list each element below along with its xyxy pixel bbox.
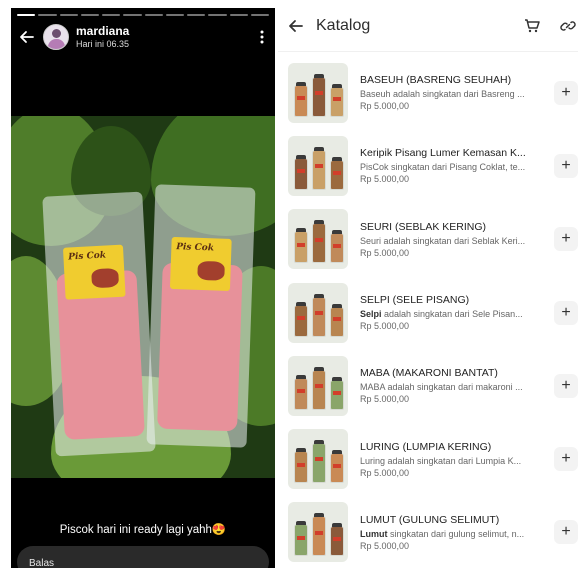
product-price: Rp 5.000,00	[360, 101, 410, 112]
progress-segment	[165, 14, 184, 16]
product-thumbnail	[288, 355, 348, 416]
product-price: Rp 5.000,00	[360, 247, 410, 258]
product-info: SEURI (SEBLAK KERING) Seuri adalah singka…	[360, 221, 538, 258]
product-thumbnail	[288, 135, 348, 196]
product-thumbnail	[288, 62, 348, 123]
story-progress-bar	[17, 14, 269, 16]
product-price: Rp 5.000,00	[360, 394, 410, 405]
catalog-item[interactable]: SELPI (SELE PISANG) Selpi adalah singkata…	[278, 276, 578, 349]
back-arrow-icon[interactable]	[17, 27, 37, 47]
progress-segment	[38, 14, 57, 16]
product-price: Rp 5.000,00	[360, 467, 410, 478]
product-description: Luring adalah singkatan dari Lumpia K...	[360, 455, 522, 466]
progress-segment	[123, 14, 142, 16]
page-title: Katalog	[316, 16, 371, 34]
product-title: BASEUH (BASRENG SEUHAH)	[360, 74, 512, 87]
catalog-item[interactable]: MABA (MAKARONI BANTAT) MABA adalah singka…	[278, 349, 578, 422]
progress-segment	[59, 14, 78, 16]
progress-segment	[250, 14, 269, 16]
product-title: MABA (MAKARONI BANTAT)	[360, 367, 498, 380]
story-user-name: mardiana	[76, 23, 130, 38]
product-description: Selpi adalah singkatan dari Sele Pisan..…	[360, 309, 523, 320]
progress-segment	[208, 14, 227, 16]
product-title: SEURI (SEBLAK KERING)	[360, 220, 487, 233]
product-thumbnail	[288, 429, 348, 490]
more-options-icon[interactable]	[255, 27, 269, 47]
product-price: Rp 5.000,00	[360, 321, 410, 332]
product-title: Keripik Pisang Lumer Kemasan K...	[360, 147, 526, 160]
product-info: Keripik Pisang Lumer Kemasan K... PisCok …	[360, 147, 538, 184]
progress-segment	[144, 14, 163, 16]
avatar[interactable]	[43, 24, 69, 50]
story-timestamp: Hari ini 06.35	[76, 38, 130, 49]
add-to-cart-button[interactable]: +	[554, 227, 578, 252]
story-photo: Pis Cok Pis Cok	[11, 116, 275, 478]
product-info: LUMUT (GULUNG SELIMUT) Lumut singkatan da…	[360, 514, 538, 551]
progress-segment	[187, 14, 206, 16]
progress-segment	[80, 14, 99, 16]
product-bag-left: Pis Cok	[42, 191, 156, 457]
story-header: mardiana Hari ini 06.35	[17, 22, 269, 52]
progress-segment	[229, 14, 248, 16]
add-to-cart-button[interactable]: +	[554, 80, 578, 105]
product-description: MABA adalah singkatan dari makaroni ...	[360, 382, 523, 393]
product-price: Rp 5.000,00	[360, 540, 410, 551]
product-description: Baseuh adalah singkatan dari Basreng ...	[360, 89, 525, 100]
add-to-cart-button[interactable]: +	[554, 153, 578, 178]
catalog-list: BASEUH (BASRENG SEUHAH) Baseuh adalah sin…	[278, 56, 578, 568]
story-caption: Piscok hari ini ready lagi yahh😍	[59, 524, 227, 536]
add-to-cart-button[interactable]: +	[554, 520, 578, 545]
product-info: SELPI (SELE PISANG) Selpi adalah singkata…	[360, 294, 538, 331]
reply-input[interactable]: Balas	[17, 546, 269, 568]
story-meta: mardiana Hari ini 06.35	[76, 23, 130, 49]
product-thumbnail	[288, 282, 348, 343]
product-description: PisCok singkatan dari Pisang Coklat, te.…	[360, 162, 526, 173]
catalog-item[interactable]: LUMUT (GULUNG SELIMUT) Lumut singkatan da…	[278, 496, 578, 568]
product-info: LURING (LUMPIA KERING) Luring adalah sing…	[360, 441, 538, 478]
add-to-cart-button[interactable]: +	[554, 373, 578, 398]
product-price: Rp 5.000,00	[360, 174, 410, 185]
catalog-item[interactable]: SEURI (SEBLAK KERING) Seuri adalah singka…	[278, 203, 578, 276]
product-title: LURING (LUMPIA KERING)	[360, 440, 492, 453]
product-title: LUMUT (GULUNG SELIMUT)	[360, 513, 500, 526]
product-description: Seuri adalah singkatan dari Seblak Keri.…	[360, 235, 526, 246]
add-to-cart-button[interactable]: +	[554, 300, 578, 325]
product-title: SELPI (SELE PISANG)	[360, 294, 470, 307]
product-info: MABA (MAKARONI BANTAT) MABA adalah singka…	[360, 367, 538, 404]
catalog-item[interactable]: LURING (LUMPIA KERING) Luring adalah sing…	[278, 422, 578, 495]
product-thumbnail	[288, 502, 348, 563]
progress-segment	[102, 14, 121, 16]
add-to-cart-button[interactable]: +	[554, 447, 578, 472]
cart-icon[interactable]	[522, 16, 542, 36]
arrow-left-icon[interactable]	[286, 16, 306, 36]
catalog-item[interactable]: Keripik Pisang Lumer Kemasan K... PisCok …	[278, 129, 578, 202]
product-description: Lumut singkatan dari gulung selimut, n..…	[360, 528, 525, 539]
story-viewer[interactable]: mardiana Hari ini 06.35 Pis Cok Pis Cok …	[11, 8, 275, 568]
catalog-header: Katalog	[278, 0, 578, 52]
product-info: BASEUH (BASRENG SEUHAH) Baseuh adalah sin…	[360, 74, 538, 111]
catalog-screen: Katalog BASEUH (BASRENG SEUHAH) Baseuh ad…	[278, 0, 578, 568]
catalog-item[interactable]: BASEUH (BASRENG SEUHAH) Baseuh adalah sin…	[278, 56, 578, 129]
product-bag-right: Pis Cok	[146, 184, 256, 448]
link-icon[interactable]	[558, 16, 578, 36]
progress-segment	[17, 14, 36, 16]
product-thumbnail	[288, 209, 348, 270]
